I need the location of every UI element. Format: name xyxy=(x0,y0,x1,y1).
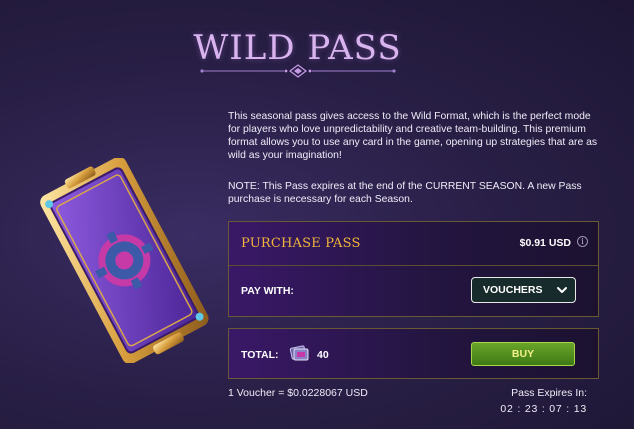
purchase-row: PURCHASE PASS $0.91 USD i xyxy=(229,222,598,266)
purchase-panel: PURCHASE PASS $0.91 USD i PAY WITH: VOUC… xyxy=(228,221,599,317)
voucher-rate: 1 Voucher = $0.0228067 USD xyxy=(228,387,368,399)
pass-price: $0.91 USD xyxy=(519,237,571,249)
payment-method-value: VOUCHERS xyxy=(483,284,543,296)
chevron-down-icon xyxy=(557,287,567,293)
pass-description: This seasonal pass gives access to the W… xyxy=(228,111,598,161)
expiry-note: NOTE: This Pass expires at the end of th… xyxy=(228,181,582,205)
total-label: TOTAL: xyxy=(241,349,279,361)
voucher-icon xyxy=(289,345,309,361)
info-icon[interactable]: i xyxy=(577,236,588,247)
title-ornament xyxy=(200,64,396,78)
pay-with-label: PAY WITH: xyxy=(241,285,294,297)
buy-button[interactable]: BUY xyxy=(471,342,575,366)
wild-pass-ticket-image xyxy=(40,158,209,363)
pass-expires-label: Pass Expires In: xyxy=(511,387,587,399)
purchase-pass-label: PURCHASE PASS xyxy=(241,236,361,251)
pass-expires-countdown: 02 : 23 : 07 : 13 xyxy=(500,403,587,415)
payment-method-select[interactable]: VOUCHERS xyxy=(471,277,576,303)
page-title: WILD PASS xyxy=(193,28,402,68)
total-amount: 40 xyxy=(317,349,329,361)
total-panel: TOTAL: 40 BUY xyxy=(228,328,599,379)
